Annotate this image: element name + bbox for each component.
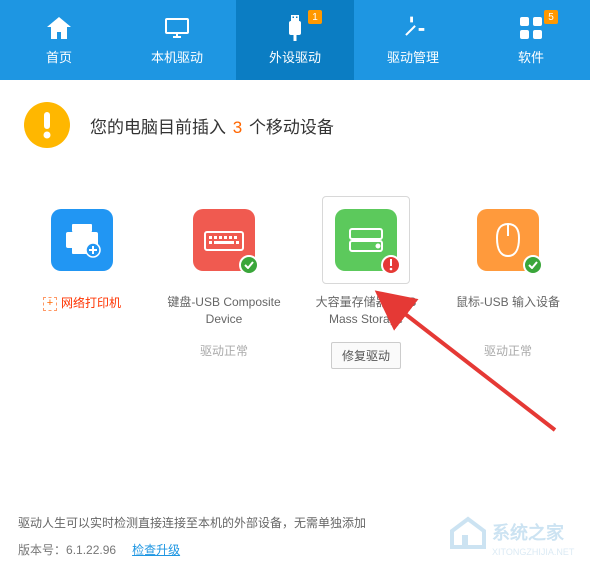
nav-label: 软件 [518,47,544,66]
keyboard-icon [203,226,245,254]
mouse-icon [493,220,523,260]
nav-label: 首页 [46,47,72,66]
nav-software[interactable]: 5 软件 [472,0,590,80]
nav-label: 本机驱动 [151,47,203,66]
nav-label: 驱动管理 [387,47,439,66]
version: 版本号：6.1.22.96 [18,541,116,558]
warning-icon [24,102,70,148]
check-icon [523,255,543,275]
device-status: 驱动正常 [200,342,248,359]
nav-peripheral-driver[interactable]: 1 外设驱动 [236,0,354,80]
top-nav: 首页 本机驱动 1 外设驱动 驱动管理 5 软件 [0,0,590,80]
add-printer-label: + 网络打印机 [43,294,121,328]
storage-icon [346,225,386,255]
alert-text: 您的电脑目前插入 3 个移动设备 [90,113,334,138]
svg-text:XITONGZHIJIA.NET: XITONGZHIJIA.NET [492,547,575,557]
nav-driver-manage[interactable]: 驱动管理 [354,0,472,80]
device-name: 大容量存储器-USB Mass Storage [306,294,426,328]
nav-local-driver[interactable]: 本机驱动 [118,0,236,80]
mouse-tile [477,209,539,271]
printer-icon [62,222,102,258]
device-grid: + 网络打印机 键盘-USB Composite Device 驱动正常 [0,166,590,369]
monitor-icon [164,15,190,41]
alert-suffix: 个移动设备 [249,118,334,137]
device-keyboard[interactable]: 键盘-USB Composite Device 驱动正常 [164,196,284,369]
device-status: 驱动正常 [484,342,532,359]
svg-text:系统之家: 系统之家 [492,522,565,543]
tools-icon [401,15,425,41]
nav-home[interactable]: 首页 [0,0,118,80]
usb-icon [286,15,304,41]
device-mouse[interactable]: 鼠标-USB 输入设备 驱动正常 [448,196,568,369]
alert-prefix: 您的电脑目前插入 [90,118,226,137]
alert-banner: 您的电脑目前插入 3 个移动设备 [0,80,590,166]
repair-button[interactable]: 修复驱动 [331,342,401,369]
storage-tile [335,209,397,271]
printer-tile[interactable] [51,209,113,271]
home-icon [47,15,71,41]
keyboard-tile [193,209,255,271]
error-icon [381,255,401,275]
nav-label: 外设驱动 [269,47,321,66]
check-update-link[interactable]: 检查升级 [132,541,180,558]
apps-icon [520,15,542,41]
badge: 5 [544,10,558,24]
alert-count: 3 [233,118,242,137]
check-icon [239,255,259,275]
device-name: 鼠标-USB 输入设备 [456,294,560,328]
device-storage[interactable]: 大容量存储器-USB Mass Storage 修复驱动 [306,196,426,369]
device-name: 键盘-USB Composite Device [164,294,284,328]
badge: 1 [308,10,322,24]
watermark: 系统之家 XITONGZHIJIA.NET [430,497,590,572]
add-printer[interactable]: + 网络打印机 [22,196,142,369]
plus-icon: + [43,297,57,311]
